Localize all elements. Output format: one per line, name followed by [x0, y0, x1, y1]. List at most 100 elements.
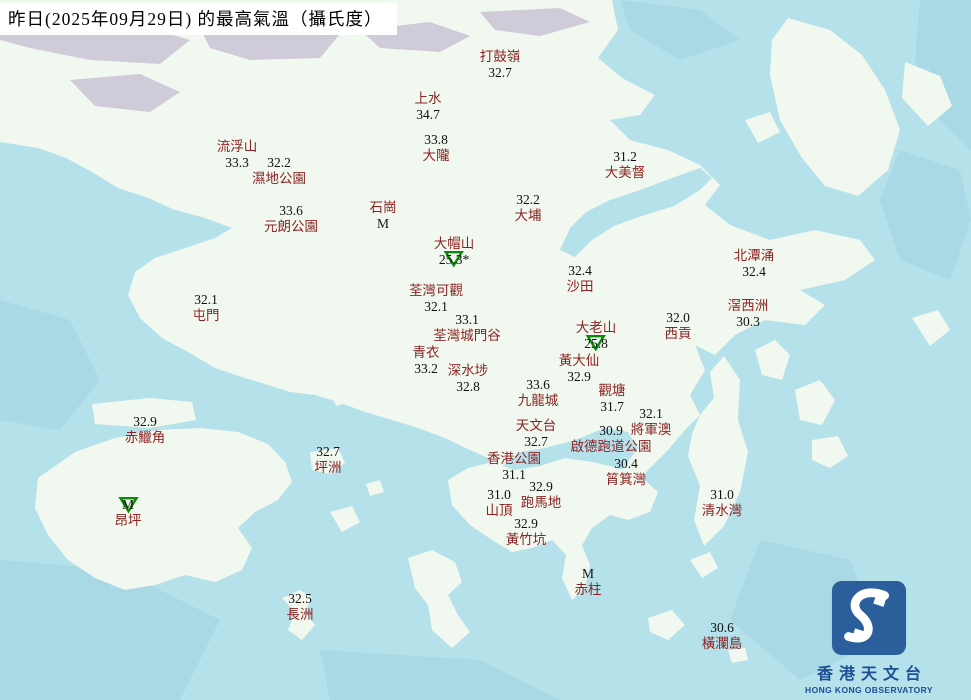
- hko-logo-name-chinese: 香港天文台: [816, 666, 927, 683]
- station-value: 32.8: [456, 378, 480, 394]
- station-value: 33.1: [455, 312, 479, 327]
- station: 33.6 九龍城: [518, 377, 559, 408]
- station-name-label: 觀塘: [598, 383, 626, 398]
- station-value: 33.2: [414, 360, 438, 376]
- station-value: M: [115, 496, 142, 513]
- station-value: 25.3*: [438, 251, 470, 268]
- station: 大帽山 25.3*: [433, 236, 475, 268]
- station: 大老山 25.8: [575, 320, 617, 352]
- station-name-label: 沙田: [566, 278, 594, 294]
- station-value: 31.0: [487, 487, 511, 502]
- station-value: 32.9: [567, 368, 591, 384]
- station-name-label: 大埔: [514, 207, 542, 223]
- station-name-label: 黃大仙: [558, 353, 600, 368]
- station-value: 32.9: [514, 516, 538, 531]
- station: 32.9 赤鱲角: [125, 414, 166, 445]
- station-name-label: 大帽山: [433, 236, 475, 251]
- station-name-label: 清水灣: [701, 502, 743, 518]
- station-name-label: 啟德跑道公園: [570, 438, 652, 454]
- station: 32.2 濕地公園: [252, 155, 306, 186]
- station-value: 33.6: [279, 203, 303, 218]
- station-value: 32.2: [267, 155, 291, 170]
- station-value: 31.2: [613, 149, 637, 164]
- station-name-label: 北潭涌: [733, 248, 775, 263]
- station-value: 31.0: [710, 487, 734, 502]
- station-value: 32.4: [742, 263, 766, 279]
- station: 30.6 橫瀾島: [702, 620, 743, 651]
- station-value: 32.0: [666, 310, 690, 325]
- station: 香港公園 31.1: [487, 451, 541, 482]
- station-value: 32.9: [133, 414, 157, 429]
- station-name-label: 元朗公園: [264, 218, 318, 234]
- station: 黃大仙 32.9: [559, 353, 600, 384]
- station-value: 25.8: [584, 335, 608, 352]
- station-name-label: 筲箕灣: [605, 471, 647, 487]
- station-name-label: 上水: [414, 91, 442, 106]
- station-name-label: 大隴: [422, 147, 450, 163]
- station-name-label: 屯門: [192, 307, 220, 323]
- station-name-label: 跑馬地: [520, 494, 562, 510]
- station-value: M: [376, 215, 389, 231]
- station-value: 32.7: [524, 433, 548, 449]
- hko-logo-name-english: HONG KONG OBSERVATORY: [805, 685, 933, 695]
- station-value: 32.9: [529, 479, 553, 494]
- station: 32.0 西貢: [665, 310, 692, 341]
- station-name-label: 赤鱲角: [124, 429, 166, 445]
- station-name-label: 將軍澳: [630, 421, 672, 437]
- station: 32.4 沙田: [567, 263, 594, 294]
- weather-map-canvas: 昨日(2025年09月29日) 的最高氣溫（攝氏度） 打鼓嶺 32.7 上水 34.7…: [0, 0, 971, 700]
- station-value: 30.3: [736, 313, 760, 329]
- station-name-label: 打鼓嶺: [479, 49, 521, 64]
- station-name-label: 荃灣可觀: [409, 283, 463, 298]
- station-name-label: 九龍城: [517, 392, 559, 408]
- station-value: 31.7: [600, 398, 624, 414]
- station-name-label: 流浮山: [216, 139, 258, 154]
- station: 33.6 元朗公園: [264, 203, 318, 234]
- station-name-label: 天文台: [515, 418, 557, 433]
- station-name-label: 滘西洲: [727, 298, 769, 313]
- station: 32.1 屯門: [193, 292, 220, 323]
- station-name-label: 深水埗: [447, 363, 489, 378]
- station: 滘西洲 30.3: [728, 298, 769, 329]
- station: 32.9 黃竹坑: [506, 516, 547, 547]
- station-name-label: 大老山: [575, 320, 617, 335]
- station-value: 33.6: [526, 377, 550, 392]
- station-value: 32.4: [568, 263, 592, 278]
- hko-logo: 香港天文台 HONG KONG OBSERVATORY: [781, 579, 957, 695]
- station: M 赤柱: [575, 566, 602, 597]
- station-value: 32.7: [316, 444, 340, 459]
- station: 32.2 大埔: [515, 192, 542, 223]
- station-name-label: 濕地公園: [252, 170, 306, 186]
- station-value: 30.6: [710, 620, 734, 635]
- station-name-label: 橫瀾島: [701, 635, 743, 651]
- station: 31.0 清水灣: [702, 487, 743, 518]
- station-name-label: 青衣: [412, 345, 440, 360]
- station-value: 32.5: [288, 591, 312, 606]
- station-value: 30.4: [614, 456, 638, 471]
- station-name-label: 昂坪: [114, 512, 142, 528]
- station-name-label: 坪洲: [314, 459, 342, 475]
- station: 石崗 M: [370, 200, 397, 231]
- station: 33.1 荃灣城門谷: [433, 312, 501, 343]
- station-name-label: 石崗: [369, 200, 397, 215]
- station: 30.4 筲箕灣: [606, 456, 647, 487]
- station: 33.8 大隴: [423, 132, 450, 163]
- station: 觀塘 31.7: [599, 383, 626, 414]
- station: 荃灣可觀 32.1: [409, 283, 463, 314]
- station: M 昂坪: [114, 496, 142, 528]
- station-name-label: 西貢: [664, 325, 692, 341]
- station-value: 33.8: [424, 132, 448, 147]
- station-value: 32.1: [639, 406, 663, 421]
- station: 31.2 大美督: [605, 149, 646, 180]
- station-value: 34.7: [416, 106, 440, 122]
- station: 青衣 33.2: [413, 345, 440, 376]
- station: 打鼓嶺 32.7: [480, 49, 521, 80]
- station: 32.9 跑馬地: [521, 479, 562, 510]
- page-title: 昨日(2025年09月29日) 的最高氣溫（攝氏度）: [0, 3, 397, 35]
- station: 32.5 長洲: [287, 591, 314, 622]
- station-value: M: [581, 566, 594, 581]
- station: 北潭涌 32.4: [734, 248, 775, 279]
- station-value: 32.1: [194, 292, 218, 307]
- station: 上水 34.7: [415, 91, 442, 122]
- station: 32.7 坪洲: [315, 444, 342, 475]
